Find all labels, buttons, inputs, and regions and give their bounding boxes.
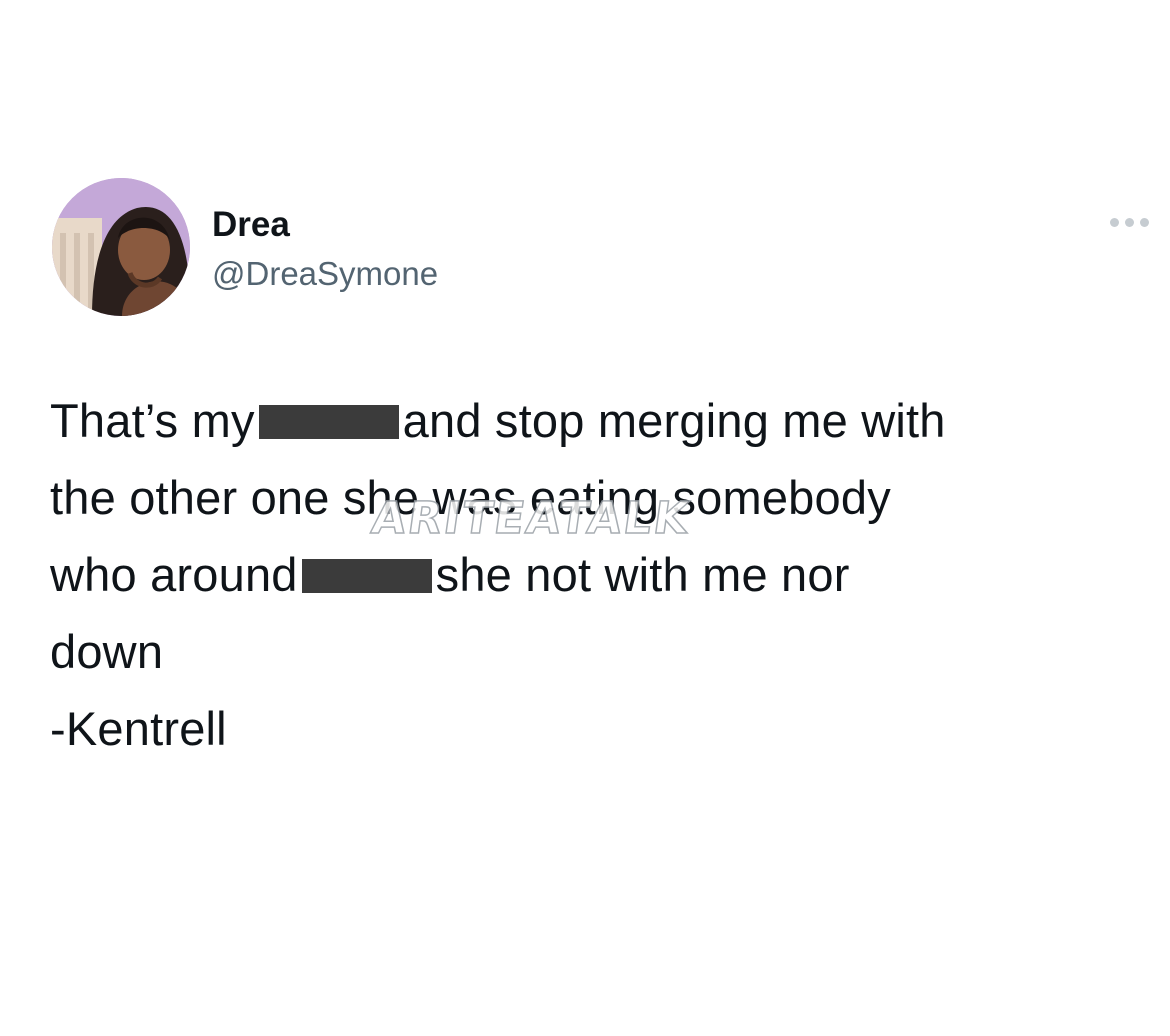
tweet-text: That’s my and stop merging me with the ot… (50, 382, 1160, 767)
display-name[interactable]: Drea (212, 204, 290, 246)
tweet-text-line: -Kentrell (50, 702, 227, 755)
tweet-text-segment: she not with me nor (435, 548, 850, 601)
tweet-text-segment: who around (50, 548, 298, 601)
avatar[interactable] (52, 178, 190, 316)
tweet-card: Drea @DreaSymone That’s my and stop mergi… (0, 0, 1170, 1036)
redaction-box (301, 559, 432, 593)
tweet-text-segment: That’s my (50, 394, 255, 447)
tweet-text-segment: and stop merging me with (402, 394, 946, 447)
watermark: ARITEATALK (368, 492, 694, 545)
profile-photo-icon (52, 178, 190, 316)
ellipsis-dot-icon (1139, 217, 1149, 227)
tweet-text-line: That’s my and stop merging me with (50, 382, 1160, 459)
redaction-box (258, 405, 399, 439)
ellipsis-dot-icon (1124, 217, 1134, 227)
more-options-button[interactable] (1098, 210, 1160, 234)
user-handle[interactable]: @DreaSymone (212, 253, 438, 295)
tweet-text-line: down (50, 625, 164, 678)
ellipsis-dot-icon (1109, 217, 1119, 227)
tweet-text-line: who around she not with me nor (50, 536, 1160, 613)
